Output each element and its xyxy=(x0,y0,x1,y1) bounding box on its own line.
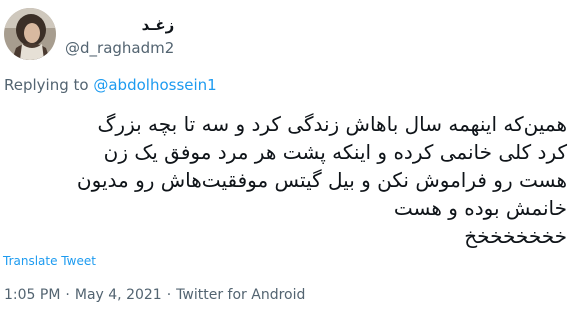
tweet-source[interactable]: Twitter for Android xyxy=(176,287,305,303)
separator-dot: · xyxy=(166,287,172,303)
tweet-container: زغـد @d_raghadm2 Replying to @abdolhosse… xyxy=(0,0,581,310)
tweet-text: همین‌که اینهمه سال باهاش زندگی کرد و سه … xyxy=(7,110,567,250)
tweet-text-line: هست رو فراموش نکن و بیل گیتس موفقیت‌هاش … xyxy=(76,168,567,192)
avatar[interactable] xyxy=(4,8,56,60)
display-name[interactable]: زغـد xyxy=(65,16,175,34)
user-names: زغـد @d_raghadm2 xyxy=(65,16,174,58)
tweet-time[interactable]: 1:05 PM xyxy=(4,287,60,303)
replying-to-label: Replying to xyxy=(4,76,89,94)
tweet-header: زغـد @d_raghadm2 xyxy=(4,8,174,64)
tweet-text-line: همین‌که اینهمه سال باهاش زندگی کرد و سه … xyxy=(97,112,567,136)
replying-to-mention[interactable]: @abdolhossein1 xyxy=(93,76,216,94)
tweet-text-line: کرد کلی خانمی کرده و اینکه پشت هر مرد مو… xyxy=(103,140,567,164)
replying-to: Replying to @abdolhossein1 xyxy=(4,76,217,94)
translate-tweet-link[interactable]: Translate Tweet xyxy=(3,254,96,269)
tweet-date[interactable]: May 4, 2021 xyxy=(75,287,162,303)
tweet-text-line: خخخخخخخخ xyxy=(464,224,567,248)
tweet-meta: 1:05 PM · May 4, 2021 · Twitter for Android xyxy=(4,286,305,304)
separator-dot: · xyxy=(65,287,70,303)
avatar-image xyxy=(4,8,56,60)
user-handle[interactable]: @d_raghadm2 xyxy=(65,38,174,58)
tweet-text-line: خانمش بوده و هست xyxy=(393,196,567,220)
